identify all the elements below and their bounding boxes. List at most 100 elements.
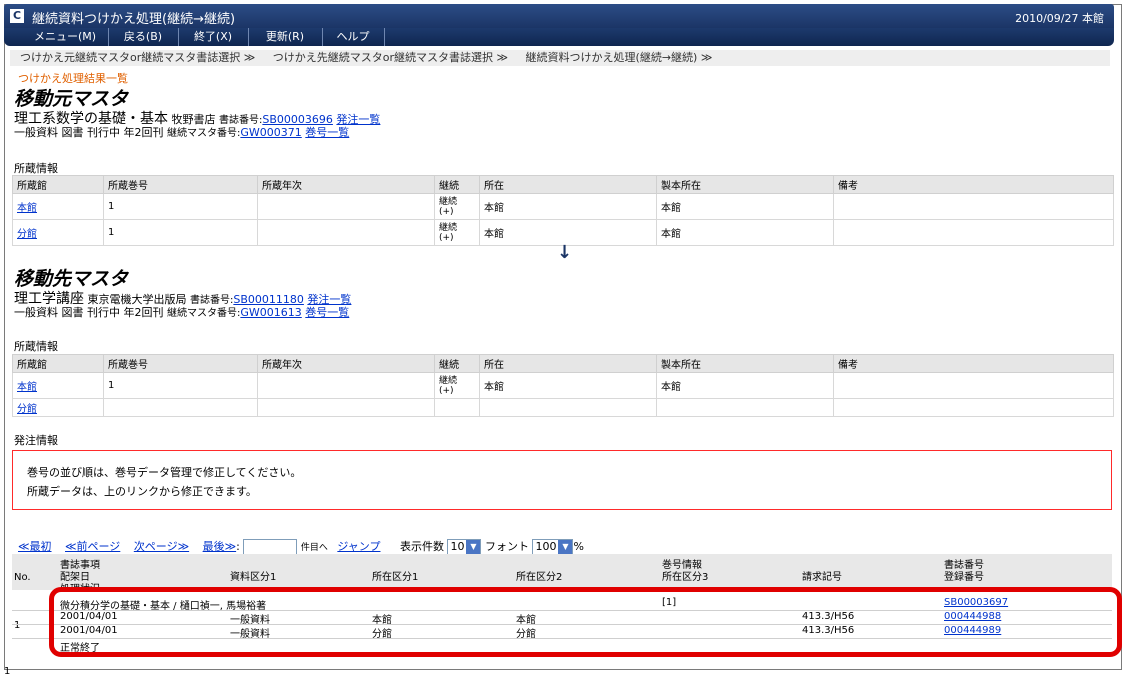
- holding-location: 本館: [479, 372, 657, 399]
- chevron-down-icon: ▼: [558, 540, 573, 554]
- highlight-annotation: [49, 587, 1122, 657]
- col-location: 所在: [479, 175, 657, 194]
- col-year: 所蔵年次: [257, 175, 435, 194]
- percent-label: %: [573, 540, 584, 553]
- cont-flag: (+): [439, 206, 454, 217]
- pager-first-link[interactable]: ≪最初: [18, 540, 52, 553]
- source-meta: 一般資料 図書 刊行中 年2回刊: [14, 126, 164, 139]
- message-line-1: 巻号の並び順は、巻号データ管理で修正してください。: [27, 466, 302, 479]
- page-number: 1: [4, 666, 11, 677]
- col-loc2: 所在区分2: [516, 572, 563, 583]
- target-master-link[interactable]: GW001613: [240, 306, 301, 319]
- breadcrumb: つけかえ元継続マスタor継続マスタ書誌選択 ≫ つけかえ先継続マスタor継続マス…: [10, 50, 1110, 66]
- cont-text: 継続: [439, 196, 458, 207]
- col-note: 備考: [833, 175, 1114, 194]
- pager-next-link[interactable]: 次ページ≫: [134, 540, 189, 553]
- col-library: 所蔵館: [12, 354, 104, 373]
- target-master-heading: 移動先マスタ: [14, 268, 129, 290]
- chevron-down-icon: ▼: [466, 540, 481, 554]
- down-arrow-icon: ↓: [557, 242, 573, 263]
- count-label: 表示件数: [399, 540, 444, 553]
- col-volume: 所蔵巻号: [103, 175, 258, 194]
- holding-binding-location: [656, 398, 834, 417]
- cont-text: 継続: [439, 222, 458, 233]
- col-continuation: 継続: [434, 175, 480, 194]
- message-line-2: 所蔵データは、上のリンクから修正できます。: [27, 485, 257, 498]
- page-suffix-label: 件目へ: [300, 543, 328, 553]
- source-holdings-table: 所蔵館 所蔵巻号 所蔵年次 継続 所在 製本所在 備考 本館 1 継続 (+) 本…: [12, 175, 1114, 246]
- holding-note: [833, 398, 1114, 417]
- col-call-no: 請求記号: [802, 572, 842, 583]
- holding-year: [257, 219, 435, 246]
- target-meta: 一般資料 図書 刊行中 年2回刊: [14, 306, 164, 319]
- cont-text: 継続: [439, 375, 458, 386]
- app-icon: C: [10, 9, 24, 23]
- menu-bar: メニュー(M) 戻る(B) 終了(X) 更新(R) ヘルプ: [4, 28, 1114, 46]
- window-title: 継続資料つけかえ処理(継続→継続): [32, 12, 236, 27]
- source-master-label: 継続マスタ番号:: [167, 128, 241, 139]
- holding-continuation: 継続 (+): [434, 372, 480, 399]
- target-holdings-label: 所蔵情報: [14, 340, 58, 353]
- breadcrumb-step-3: 継続資料つけかえ処理(継続→継続) ≫: [525, 51, 713, 64]
- menu-item-refresh[interactable]: 更新(R): [248, 28, 323, 46]
- holding-note: [833, 372, 1114, 399]
- col-location: 所在: [479, 354, 657, 373]
- cont-flag: (+): [439, 385, 454, 396]
- current-library: 本館: [1082, 12, 1104, 25]
- order-info-label: 発注情報: [14, 434, 58, 447]
- holding-year: [257, 193, 435, 220]
- holding-library-link[interactable]: 本館: [17, 382, 37, 393]
- menu-item-menu[interactable]: メニュー(M): [22, 28, 109, 46]
- source-holdings-label: 所蔵情報: [14, 162, 58, 175]
- source-volume-list-link[interactable]: 巻号一覧: [305, 126, 349, 139]
- count-select[interactable]: 10 ▼: [447, 539, 482, 555]
- holding-volume: 1: [103, 193, 258, 220]
- source-master-heading: 移動元マスタ: [14, 88, 129, 110]
- holding-location: [479, 398, 657, 417]
- font-label: フォント: [484, 540, 529, 553]
- holding-location: 本館: [479, 193, 657, 220]
- holding-binding-location: 本館: [656, 219, 834, 246]
- menu-item-help[interactable]: ヘルプ: [322, 28, 385, 46]
- holding-library-link[interactable]: 本館: [17, 203, 37, 214]
- holding-continuation: 継続 (+): [434, 219, 480, 246]
- col-volume: 所蔵巻号: [103, 354, 258, 373]
- col-no: No.: [14, 572, 31, 583]
- menu-item-exit[interactable]: 終了(X): [178, 28, 249, 46]
- col-continuation: 継続: [434, 354, 480, 373]
- holding-binding-location: 本館: [656, 193, 834, 220]
- col-year: 所蔵年次: [257, 354, 435, 373]
- col-note: 備考: [833, 354, 1114, 373]
- holding-note: [833, 193, 1114, 220]
- holdings-header-row: 所蔵館 所蔵巻号 所蔵年次 継続 所在 製本所在 備考: [12, 354, 1114, 373]
- holdings-header-row: 所蔵館 所蔵巻号 所蔵年次 継続 所在 製本所在 備考: [12, 175, 1114, 194]
- pager-prev-link[interactable]: ≪前ページ: [65, 540, 120, 553]
- target-master-label: 継続マスタ番号:: [167, 308, 241, 319]
- breadcrumb-step-2: つけかえ先継続マスタor継続マスタ書誌選択 ≫: [272, 51, 509, 64]
- holding-year: [257, 398, 435, 417]
- target-volume-list-link[interactable]: 巻号一覧: [305, 306, 349, 319]
- holding-volume: [103, 398, 258, 417]
- col-type: 資料区分1: [230, 572, 277, 583]
- col-loc1: 所在区分1: [372, 572, 419, 583]
- font-value: 100: [535, 540, 557, 553]
- page-number-input[interactable]: [243, 539, 298, 555]
- source-master-link[interactable]: GW000371: [240, 126, 301, 139]
- holding-library-link[interactable]: 分館: [17, 229, 37, 240]
- pager-last-link[interactable]: 最後≫: [203, 540, 237, 553]
- pager-colon: :: [236, 540, 240, 553]
- holding-volume: 1: [103, 219, 258, 246]
- count-value: 10: [450, 540, 465, 553]
- menu-item-back[interactable]: 戻る(B): [108, 28, 179, 46]
- jump-link[interactable]: ジャンプ: [337, 540, 380, 553]
- holding-volume: 1: [103, 372, 258, 399]
- title-bar: C 継続資料つけかえ処理(継続→継続) 2010/09/27 本館: [4, 4, 1114, 28]
- target-meta-line: 一般資料 図書 刊行中 年2回刊 継続マスタ番号:GW001613 巻号一覧: [14, 304, 349, 320]
- holding-continuation: 継続 (+): [434, 193, 480, 220]
- table-row: 本館 1 継続 (+) 本館 本館: [12, 193, 1114, 220]
- breadcrumb-step-1: つけかえ元継続マスタor継続マスタ書誌選択 ≫: [20, 51, 256, 64]
- font-select[interactable]: 100 ▼: [532, 539, 574, 555]
- holding-library-link[interactable]: 分館: [17, 404, 37, 415]
- holding-binding-location: 本館: [656, 372, 834, 399]
- holding-continuation: [434, 398, 480, 417]
